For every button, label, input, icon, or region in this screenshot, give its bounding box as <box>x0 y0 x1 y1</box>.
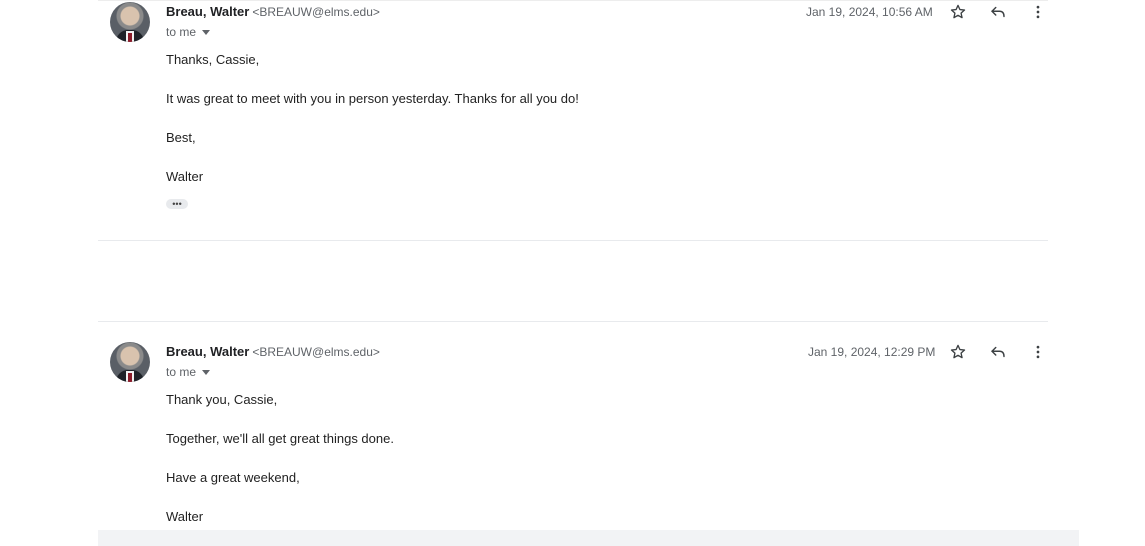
show-trimmed-content-button[interactable]: ••• <box>166 199 188 209</box>
body-line: Thanks, Cassie, <box>166 52 260 67</box>
more-vert-icon <box>1036 5 1040 19</box>
body-line: Walter <box>166 169 204 184</box>
chevron-down-icon <box>202 370 211 375</box>
more-vert-icon <box>1036 345 1040 359</box>
sender-email: <BREAUW@elms.edu> <box>252 345 380 359</box>
avatar[interactable] <box>110 342 150 382</box>
reply-button[interactable] <box>986 0 1010 24</box>
star-button[interactable] <box>946 340 970 364</box>
sender: Breau, Walter <BREAUW@elms.edu> <box>166 344 380 359</box>
email-message: Breau, Walter <BREAUW@elms.edu> to me Jan… <box>98 322 1079 530</box>
more-options-button[interactable] <box>1026 340 1050 364</box>
sender-email: <BREAUW@elms.edu> <box>252 5 380 19</box>
avatar-tie <box>128 33 132 42</box>
recipient-details-toggle[interactable]: to me <box>166 365 211 379</box>
message-date: Jan 19, 2024, 10:56 AM <box>806 5 933 19</box>
body-line: Together, we'll all get great things don… <box>166 431 394 446</box>
message-date: Jan 19, 2024, 12:29 PM <box>808 345 936 359</box>
star-button[interactable] <box>946 0 970 24</box>
body-line: Have a great weekend, <box>166 470 300 485</box>
more-options-button[interactable] <box>1026 0 1050 24</box>
sender-name[interactable]: Breau, Walter <box>166 344 249 359</box>
sender-name[interactable]: Breau, Walter <box>166 4 249 19</box>
email-thread: Breau, Walter <BREAUW@elms.edu> to me Jan… <box>98 0 1079 546</box>
recipient-details-toggle[interactable]: to me <box>166 25 211 39</box>
body-line: Walter <box>166 509 204 524</box>
body-line: Thank you, Cassie, <box>166 392 278 407</box>
reply-button[interactable] <box>986 340 1010 364</box>
message-divider <box>98 240 1048 241</box>
avatar-tie <box>128 373 132 382</box>
chevron-down-icon <box>202 30 211 35</box>
reply-icon <box>991 6 1005 18</box>
star-icon <box>950 344 966 359</box>
thread-bottom-bar <box>98 530 1079 546</box>
body-line: It was great to meet with you in person … <box>166 91 579 106</box>
body-line: Best, <box>166 130 196 145</box>
email-message: Breau, Walter <BREAUW@elms.edu> to me Jan… <box>98 0 1079 240</box>
recipient-label: to me <box>166 25 197 39</box>
sender: Breau, Walter <BREAUW@elms.edu> <box>166 4 380 19</box>
star-icon <box>950 4 966 19</box>
avatar[interactable] <box>110 2 150 42</box>
reply-icon <box>991 346 1005 358</box>
recipient-label: to me <box>166 365 197 379</box>
